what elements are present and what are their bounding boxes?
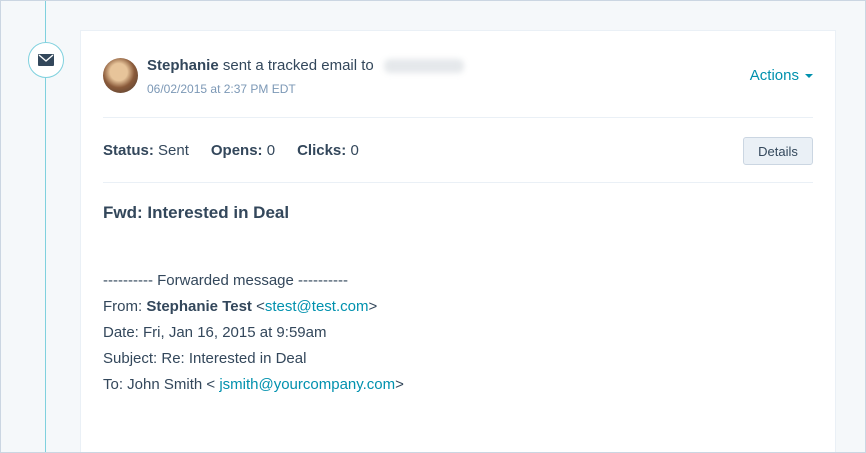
activity-timestamp: 06/02/2015 at 2:37 PM EDT	[147, 82, 296, 96]
from-name: Stephanie Test	[146, 298, 252, 315]
from-label: From:	[103, 298, 147, 315]
email-activity-card: Stephanie sent a tracked email to 06/02/…	[81, 31, 835, 452]
from-line: From: Stephanie Test <stest@test.com>	[103, 294, 404, 320]
envelope-icon	[38, 54, 54, 66]
clicks-stat: Clicks: 0	[297, 142, 359, 159]
status-stat: Status: Sent	[103, 142, 189, 159]
email-subject: Fwd: Interested in Deal	[103, 203, 290, 222]
from-email-link[interactable]: stest@test.com	[265, 298, 369, 315]
opens-label: Opens:	[210, 142, 263, 159]
divider	[103, 117, 813, 118]
from-close: >	[368, 298, 378, 315]
to-close: >	[395, 376, 404, 393]
recipient-redacted	[383, 59, 464, 74]
from-open: <	[251, 298, 265, 315]
date-line: Date: Fri, Jan 16, 2015 at 9:59am	[103, 324, 327, 341]
avatar[interactable]	[103, 58, 138, 93]
activity-action-text: sent a tracked email to	[222, 57, 374, 74]
details-button[interactable]: Details	[743, 137, 813, 165]
divider	[103, 182, 813, 183]
timeline-frame: Stephanie sent a tracked email to 06/02/…	[0, 0, 866, 453]
to-label: To: John Smith <	[103, 376, 220, 393]
to-line: To: John Smith < jsmith@yourcompany.com>	[103, 372, 404, 398]
clicks-label: Clicks:	[297, 142, 347, 159]
clicks-value: 0	[350, 142, 359, 159]
status-label: Status:	[103, 142, 154, 159]
sender-name[interactable]: Stephanie	[147, 57, 219, 74]
actions-label: Actions	[749, 67, 799, 84]
timeline-email-marker	[28, 42, 64, 78]
email-body: ---------- Forwarded message ---------- …	[103, 268, 404, 398]
opens-stat: Opens: 0	[211, 142, 275, 159]
activity-header: Stephanie sent a tracked email to	[147, 57, 464, 74]
status-value: Sent	[158, 142, 189, 159]
opens-value: 0	[266, 142, 276, 159]
caret-down-icon	[805, 73, 813, 78]
to-email-link[interactable]: jsmith@yourcompany.com	[219, 376, 395, 393]
subject-line: Subject: Re: Interested in Deal	[103, 350, 307, 367]
forwarded-header: ---------- Forwarded message ----------	[103, 272, 348, 289]
actions-dropdown[interactable]: Actions	[750, 67, 813, 84]
email-stats: Status: Sent Opens: 0 Clicks: 0	[103, 142, 359, 159]
